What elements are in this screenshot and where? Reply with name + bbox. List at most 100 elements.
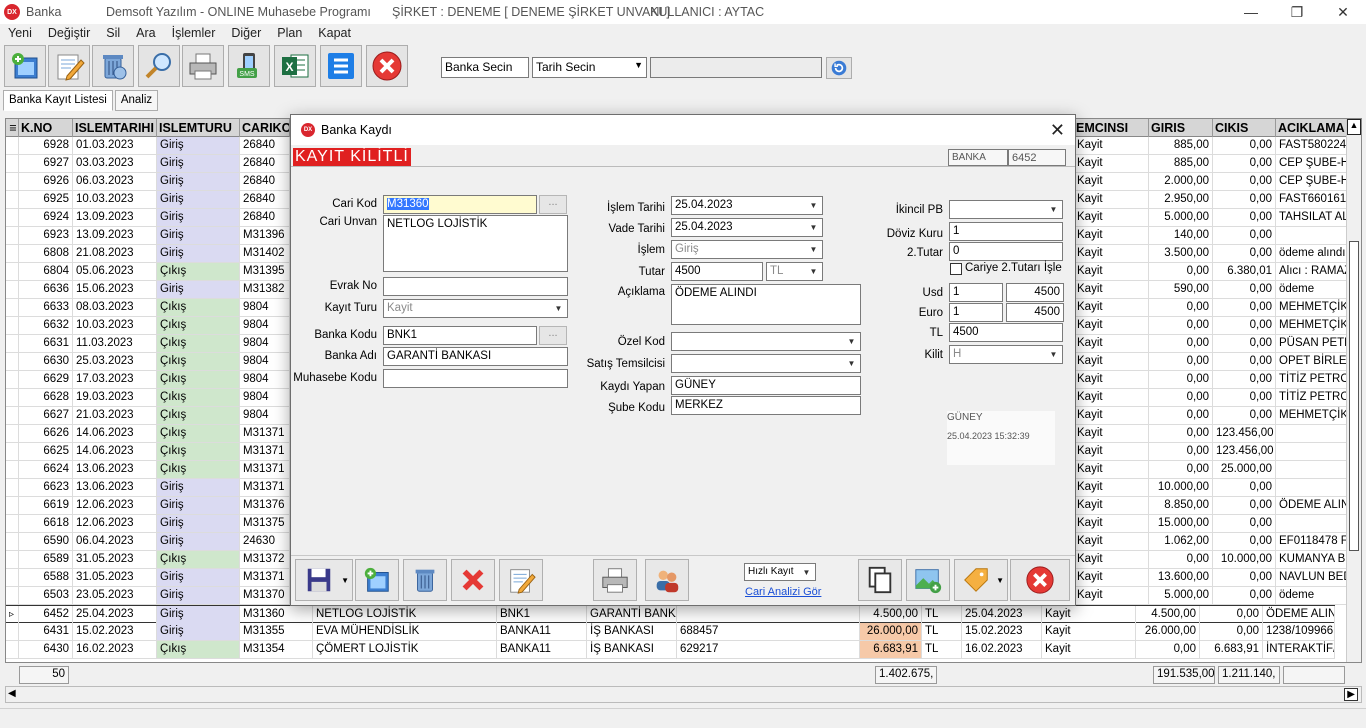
cell-cari[interactable]: M31355	[240, 623, 313, 640]
cell-cikis[interactable]: 123.456,00	[1213, 425, 1276, 442]
search-button[interactable]	[138, 45, 180, 87]
cell-aciklama[interactable]	[1276, 425, 1348, 442]
cell-tur[interactable]: Giriş	[157, 137, 240, 154]
col-kno[interactable]: K.NO	[19, 119, 73, 137]
cell-tarih[interactable]: 21.03.2023	[73, 407, 157, 424]
cell-tarih[interactable]: 05.06.2023	[73, 263, 157, 280]
banka-kodu-lookup-button[interactable]: ...	[539, 326, 567, 345]
cell-aciklama[interactable]: KUMANYA BE	[1276, 551, 1348, 568]
cell-cins[interactable]: Kayit	[1074, 461, 1149, 478]
cell-cari[interactable]: 26840	[240, 191, 290, 208]
cell-cins[interactable]: Kayit	[1074, 407, 1149, 424]
cell-tarih[interactable]: 14.06.2023	[73, 443, 157, 460]
scroll-left-icon[interactable]: ◀	[8, 688, 16, 699]
cell-cikis[interactable]: 0,00	[1200, 606, 1263, 623]
dialog-tag-button[interactable]: ▼	[954, 559, 1008, 601]
cell-tutar[interactable]: 4.500,00	[860, 606, 922, 623]
cell-cari[interactable]: M31371	[240, 461, 290, 478]
tutar2-field[interactable]: 0	[949, 242, 1063, 261]
cell-cins[interactable]: Kayit	[1074, 533, 1149, 550]
cell-giris[interactable]: 2.000,00	[1149, 173, 1213, 190]
cell-tur[interactable]: Giriş	[157, 606, 240, 623]
cell-banka-adi[interactable]: İŞ BANKASI	[587, 641, 677, 658]
cell-cins[interactable]: Kayit	[1074, 227, 1149, 244]
cell-kno[interactable]: 6624	[19, 461, 73, 478]
cell-cari[interactable]: M31360	[240, 606, 313, 623]
cell-cari[interactable]: 9804	[240, 371, 290, 388]
cell-cins[interactable]: Kayit	[1074, 137, 1149, 154]
cell-cikis[interactable]: 123.456,00	[1213, 443, 1276, 460]
cell-tutar[interactable]: 26.000,00	[860, 623, 922, 640]
column-chooser-icon[interactable]: ≡	[6, 119, 19, 137]
cell-tur[interactable]: Çıkış	[157, 551, 240, 568]
row-indicator[interactable]	[6, 407, 19, 424]
euro-value-field[interactable]: 4500	[1006, 303, 1064, 322]
cell-tarih[interactable]: 10.03.2023	[73, 317, 157, 334]
cell-cari[interactable]: 26840	[240, 137, 290, 154]
cell-tarih[interactable]: 21.08.2023	[73, 245, 157, 262]
cell-pb[interactable]: TL	[922, 623, 962, 640]
cell-kno[interactable]: 6629	[19, 371, 73, 388]
cell-tarih[interactable]: 13.09.2023	[73, 227, 157, 244]
cell-aciklama[interactable]: ödeme	[1276, 281, 1348, 298]
cell-cins[interactable]: Kayit	[1074, 479, 1149, 496]
cell-cari[interactable]: 24630	[240, 533, 290, 550]
cell-vade[interactable]: 16.02.2023	[962, 641, 1042, 658]
cell-aciklama[interactable]: Alıcı : RAMAZ	[1276, 263, 1348, 280]
cell-cikis[interactable]: 0,00	[1213, 155, 1276, 172]
cell-giris[interactable]: 3.500,00	[1149, 245, 1213, 262]
cell-cari[interactable]: 9804	[240, 389, 290, 406]
filter-field[interactable]	[650, 57, 822, 78]
cell-giris[interactable]: 1.062,00	[1149, 533, 1213, 550]
cell-banka-kodu[interactable]: BANKA11	[497, 623, 587, 640]
vade-tarihi-field[interactable]: 25.04.2023 ▼	[671, 218, 823, 237]
cell-pb[interactable]: TL	[922, 641, 962, 658]
cell-tur[interactable]: Çıkış	[157, 389, 240, 406]
cell-cins[interactable]: Kayit	[1042, 623, 1136, 640]
cell-tarih[interactable]: 01.03.2023	[73, 137, 157, 154]
dialog-close-button[interactable]	[1010, 559, 1070, 601]
cell-cikis[interactable]: 0,00	[1213, 191, 1276, 208]
kaydi-yapan-field[interactable]: GÜNEY	[671, 376, 861, 395]
cell-aciklama[interactable]: ödeme	[1276, 587, 1348, 604]
row-indicator[interactable]	[6, 317, 19, 334]
cell-cari[interactable]: 26840	[240, 173, 290, 190]
cell-cins[interactable]: Kayit	[1074, 371, 1149, 388]
cell-tur[interactable]: Giriş	[157, 227, 240, 244]
cell-cikis[interactable]: 25.000,00	[1213, 461, 1276, 478]
save-button[interactable]: ▼	[295, 559, 353, 601]
cell-cikis[interactable]: 0,00	[1213, 227, 1276, 244]
tutar-currency-select[interactable]: TL ▼	[766, 262, 823, 281]
cell-aciklama[interactable]: MEHMETÇİK V	[1276, 299, 1348, 316]
cell-aciklama[interactable]: OPET BİRLEŞ	[1276, 353, 1348, 370]
cell-kno[interactable]: 6924	[19, 209, 73, 226]
cell-cari[interactable]: M31371	[240, 569, 290, 586]
cell-giris[interactable]: 2.950,00	[1149, 191, 1213, 208]
banka-kodu-field[interactable]: BNK1	[383, 326, 537, 345]
cell-aciklama[interactable]: MEHMETÇİK V	[1276, 407, 1348, 424]
euro-rate-field[interactable]: 1	[949, 303, 1003, 322]
row-indicator[interactable]	[6, 209, 19, 226]
list-menu-button[interactable]	[320, 45, 362, 87]
sms-button[interactable]: SMS	[228, 45, 270, 87]
cell-cins[interactable]: Kayit	[1074, 317, 1149, 334]
cell-tur[interactable]: Çıkış	[157, 641, 240, 658]
cell-kno[interactable]: 6632	[19, 317, 73, 334]
cell-giris[interactable]: 13.600,00	[1149, 569, 1213, 586]
menu-yeni[interactable]: Yeni	[0, 26, 40, 40]
cell-giris[interactable]: 8.850,00	[1149, 497, 1213, 514]
cell-cikis[interactable]: 0,00	[1213, 209, 1276, 226]
cell-tur[interactable]: Çıkış	[157, 263, 240, 280]
cell-tarih[interactable]: 11.03.2023	[73, 335, 157, 352]
cell-cikis[interactable]: 0,00	[1213, 371, 1276, 388]
refresh-button[interactable]	[826, 57, 852, 79]
cell-tarih[interactable]: 10.03.2023	[73, 191, 157, 208]
cell-aciklama[interactable]: CEP ŞUBE-HV	[1276, 155, 1348, 172]
cell-tur[interactable]: Giriş	[157, 281, 240, 298]
menu-sil[interactable]: Sil	[98, 26, 128, 40]
cell-tarih[interactable]: 25.03.2023	[73, 353, 157, 370]
cell-aciklama[interactable]: MEHMETÇİK V	[1276, 317, 1348, 334]
menu-diger[interactable]: Diğer	[223, 26, 269, 40]
row-indicator[interactable]	[6, 479, 19, 496]
cell-cikis[interactable]: 0,00	[1213, 245, 1276, 262]
